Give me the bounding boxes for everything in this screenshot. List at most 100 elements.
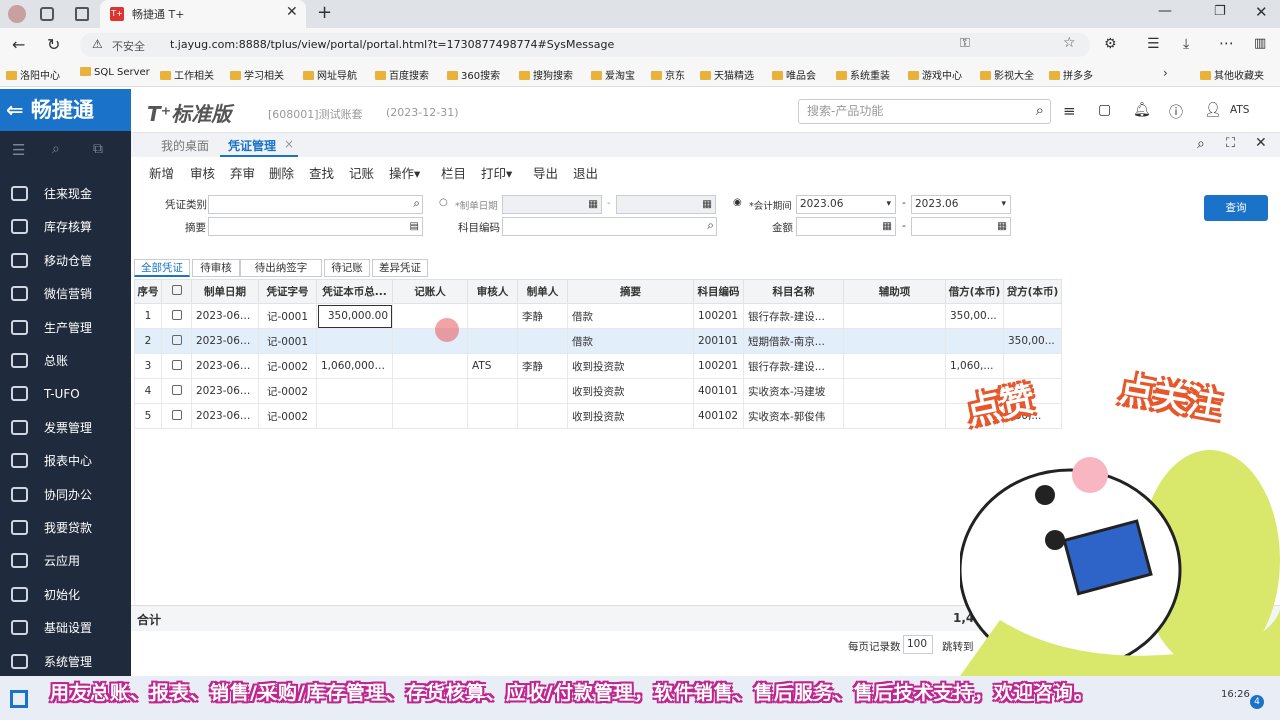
sidebar-item[interactable]: 发票管理	[0, 414, 131, 442]
sidebar-item[interactable]: 我要贷款	[0, 514, 131, 542]
fullscreen-icon[interactable]: ⛶	[1226, 136, 1235, 151]
sidebar-item[interactable]: 库存核算	[0, 213, 131, 241]
lookup-icon[interactable]: ⌕	[707, 217, 714, 234]
extensions-icon[interactable]: ⚙	[1104, 36, 1117, 52]
sidebar-item[interactable]: 云应用	[0, 547, 131, 575]
toolbar-button[interactable]: 新增	[149, 163, 174, 182]
favorite-star-icon[interactable]: ☆	[1063, 35, 1076, 51]
bookmark-item[interactable]: 影视大全	[980, 67, 1034, 82]
sidebar-item[interactable]: 微信营销	[0, 280, 131, 308]
help-icon[interactable]: ⓘ	[1169, 102, 1183, 122]
sidebar-item[interactable]: 报表中心	[0, 447, 131, 475]
calendar-icon[interactable]: ▦	[588, 196, 598, 213]
bookmarks-more-icon[interactable]: ›	[1163, 66, 1168, 80]
toolbar-button[interactable]: 栏目	[441, 163, 466, 182]
voucher-type-input[interactable]: ⌕	[208, 195, 423, 214]
maximize-icon[interactable]: ❐	[1214, 4, 1226, 19]
task-list-icon[interactable]: ≡	[1063, 102, 1076, 120]
sidebar-toggle-icon[interactable]: ▥	[1254, 36, 1266, 51]
bell-icon[interactable]: 🔔︎	[1133, 102, 1151, 118]
calculator-icon[interactable]: ▦	[997, 218, 1007, 235]
per-page-input[interactable]: 100	[903, 635, 933, 654]
downloads-icon[interactable]: ⤓	[1183, 36, 1189, 52]
app-logo[interactable]: ⇐ 畅捷通	[0, 89, 131, 131]
search-icon[interactable]: ⌕	[1036, 99, 1044, 122]
page-search-icon[interactable]: ⌕	[1197, 136, 1205, 152]
filter-tab[interactable]: 待记账	[324, 259, 370, 277]
browser-tab[interactable]: T+ 畅捷通 T+ ✕	[100, 0, 306, 28]
select-all-checkbox[interactable]	[171, 285, 182, 295]
period-radio[interactable]: ◉	[733, 197, 742, 208]
bookmark-item[interactable]: 系统重装	[836, 67, 890, 82]
row-checkbox[interactable]	[171, 334, 182, 345]
toolbar-button[interactable]: 弃审	[230, 163, 255, 182]
tab-home[interactable]: 我的桌面	[161, 137, 209, 154]
user-icon[interactable]: 👤︎	[1204, 102, 1222, 118]
bookmark-item[interactable]: 游戏中心	[908, 67, 962, 82]
sidebar-item[interactable]: 生产管理	[0, 314, 131, 342]
lookup-icon[interactable]: ⌕	[413, 195, 420, 212]
menu-icon[interactable]: ☰	[12, 141, 25, 159]
favorites-icon[interactable]: ☰	[1147, 36, 1160, 52]
row-checkbox[interactable]	[171, 309, 182, 320]
filter-tab[interactable]: 全部凭证	[134, 259, 190, 277]
calendar-icon[interactable]: ▦	[702, 196, 712, 213]
toolbar-button[interactable]: 操作▾	[389, 163, 420, 182]
message-icon[interactable]: ▢	[1098, 102, 1111, 118]
toolbar-button[interactable]: 退出	[573, 163, 598, 182]
search-menu-icon[interactable]: ⌕	[52, 141, 60, 157]
table-row[interactable]: 4 2023-06-30 记-0002 收到投资款 400101 实收资本-冯建坡	[134, 378, 1062, 404]
table-row[interactable]: 5 2023-06-30 记-0002 收到投资款 400102 实收资本-郭俊伟 660,…	[134, 403, 1062, 429]
toolbar-button[interactable]: 审核	[190, 163, 215, 182]
sidebar-item[interactable]: 总账	[0, 347, 131, 375]
search-input[interactable]: 搜索-产品功能 ⌕	[798, 99, 1051, 124]
bookmark-item[interactable]: 爱淘宝	[591, 67, 635, 82]
filter-tab[interactable]: 待出纳签字	[240, 259, 322, 277]
more-icon[interactable]: ⋯	[1219, 34, 1234, 52]
other-bookmarks[interactable]: 其他收藏夹	[1200, 67, 1264, 82]
tab-voucher[interactable]: 凭证管理	[228, 137, 276, 154]
row-checkbox[interactable]	[171, 359, 182, 370]
table-row[interactable]: 1 2023-06-30 记-0001 350,000.00 李静 借款 100201 银行存…	[134, 303, 1062, 329]
user-name[interactable]: ATS	[1230, 104, 1249, 116]
toolbar-button[interactable]: 打印▾	[481, 163, 512, 182]
tab-actions-icon[interactable]	[75, 7, 89, 21]
table-row[interactable]: 2 2023-06-30 记-0001 借款 200101 短期借款-南京... 350,0…	[134, 328, 1062, 354]
calculator-icon[interactable]: ▦	[882, 218, 892, 235]
tab-close-icon[interactable]: ×	[284, 137, 294, 151]
sidebar-item[interactable]: 基础设置	[0, 614, 131, 642]
bookmark-item[interactable]: 天猫精选	[700, 67, 754, 82]
bookmark-item[interactable]: 工作相关	[160, 67, 214, 82]
tab-close-icon[interactable]: ✕	[286, 4, 298, 20]
filter-tab[interactable]: 待审核	[192, 259, 240, 277]
row-checkbox[interactable]	[171, 409, 182, 420]
sidebar-item[interactable]: 移动仓管	[0, 247, 131, 275]
key-icon[interactable]: ⚿	[960, 36, 970, 51]
bookmark-item[interactable]: 学习相关	[230, 67, 284, 82]
toolbar-button[interactable]: 导出	[533, 163, 558, 182]
summary-input[interactable]: ▤	[208, 217, 423, 236]
sidebar-item[interactable]: 往来现金	[0, 180, 131, 208]
sidebar-item[interactable]: 系统管理	[0, 648, 131, 676]
make-date-to[interactable]: ▦	[616, 195, 716, 214]
sidebar-item[interactable]: 协同办公	[0, 481, 131, 509]
reload-icon[interactable]: ↻	[47, 35, 60, 54]
toolbar-button[interactable]: 记账	[349, 163, 374, 182]
bookmark-item[interactable]: 唯品会	[772, 67, 816, 82]
amount-from-input[interactable]: ▦	[796, 217, 896, 236]
row-checkbox[interactable]	[171, 384, 182, 395]
filter-tab[interactable]: 差异凭证	[372, 259, 428, 277]
amount-to-input[interactable]: ▦	[911, 217, 1011, 236]
make-date-from[interactable]: ▦	[502, 195, 602, 214]
table-row[interactable]: 3 2023-06-30 记-0002 1,060,000.00 ATS 李静 收到投资款 1…	[134, 353, 1062, 379]
period-to-select[interactable]: 2023.06 ▾	[911, 195, 1011, 214]
sidebar-item[interactable]: 初始化	[0, 581, 131, 609]
bookmark-item[interactable]: 洛阳中心	[6, 67, 60, 82]
sidebar-item[interactable]: T-UFO	[0, 380, 131, 408]
window-close-icon[interactable]: ✕	[1255, 3, 1268, 21]
edit-icon[interactable]: ▤	[410, 218, 419, 235]
query-button[interactable]: 查询	[1204, 195, 1268, 221]
make-date-radio[interactable]: ○	[439, 197, 448, 208]
address-field[interactable]: ⚠ 不安全 t.jayug.com:8888/tplus/view/portal…	[80, 33, 1090, 57]
minimize-icon[interactable]: —	[1158, 3, 1172, 19]
